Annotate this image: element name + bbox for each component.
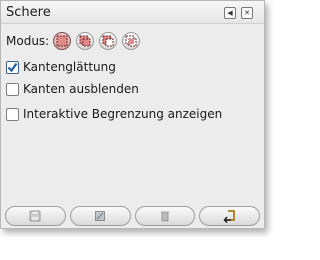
interactive-boundary-checkbox[interactable]: [6, 107, 19, 121]
restore-button[interactable]: [69, 206, 131, 226]
subtract-mode-icon: [102, 35, 114, 47]
button-bar: [5, 206, 260, 226]
add-mode-button[interactable]: [76, 32, 95, 50]
restore-icon: [95, 211, 106, 221]
tool-options-dock: Schere ◀ ✕ Modus: Kantenglättung Kanten …: [0, 0, 265, 229]
antialias-checkbox[interactable]: [6, 60, 19, 74]
delete-icon: [160, 211, 169, 222]
feather-option[interactable]: Kanten ausblenden: [6, 82, 139, 96]
add-mode-icon: [79, 35, 91, 47]
dock-title: Schere: [6, 5, 51, 20]
intersect-mode-icon: [125, 35, 137, 47]
interactive-boundary-label: Interaktive Begrenzung anzeigen: [23, 107, 223, 121]
interactive-boundary-option[interactable]: Interaktive Begrenzung anzeigen: [6, 107, 222, 121]
save-button[interactable]: [5, 206, 66, 226]
dock-titlebar: Schere ◀ ✕: [1, 1, 264, 24]
intersect-mode-button[interactable]: [122, 32, 141, 50]
subtract-mode-button[interactable]: [99, 32, 118, 50]
mode-row: Modus:: [6, 32, 145, 50]
save-icon: [29, 210, 41, 222]
replace-mode-button[interactable]: [53, 32, 72, 50]
check-icon: [7, 62, 18, 72]
antialias-label: Kantenglättung: [23, 60, 116, 74]
menu-icon[interactable]: ◀: [224, 7, 236, 19]
feather-checkbox[interactable]: [6, 82, 19, 96]
close-icon[interactable]: ✕: [241, 7, 253, 19]
mode-label: Modus:: [6, 34, 50, 48]
delete-button[interactable]: [134, 206, 196, 226]
feather-label: Kanten ausblenden: [23, 82, 139, 96]
antialias-option[interactable]: Kantenglättung: [6, 60, 116, 74]
reset-button[interactable]: [199, 206, 260, 226]
replace-mode-icon: [56, 35, 68, 47]
reset-icon: [223, 210, 235, 223]
